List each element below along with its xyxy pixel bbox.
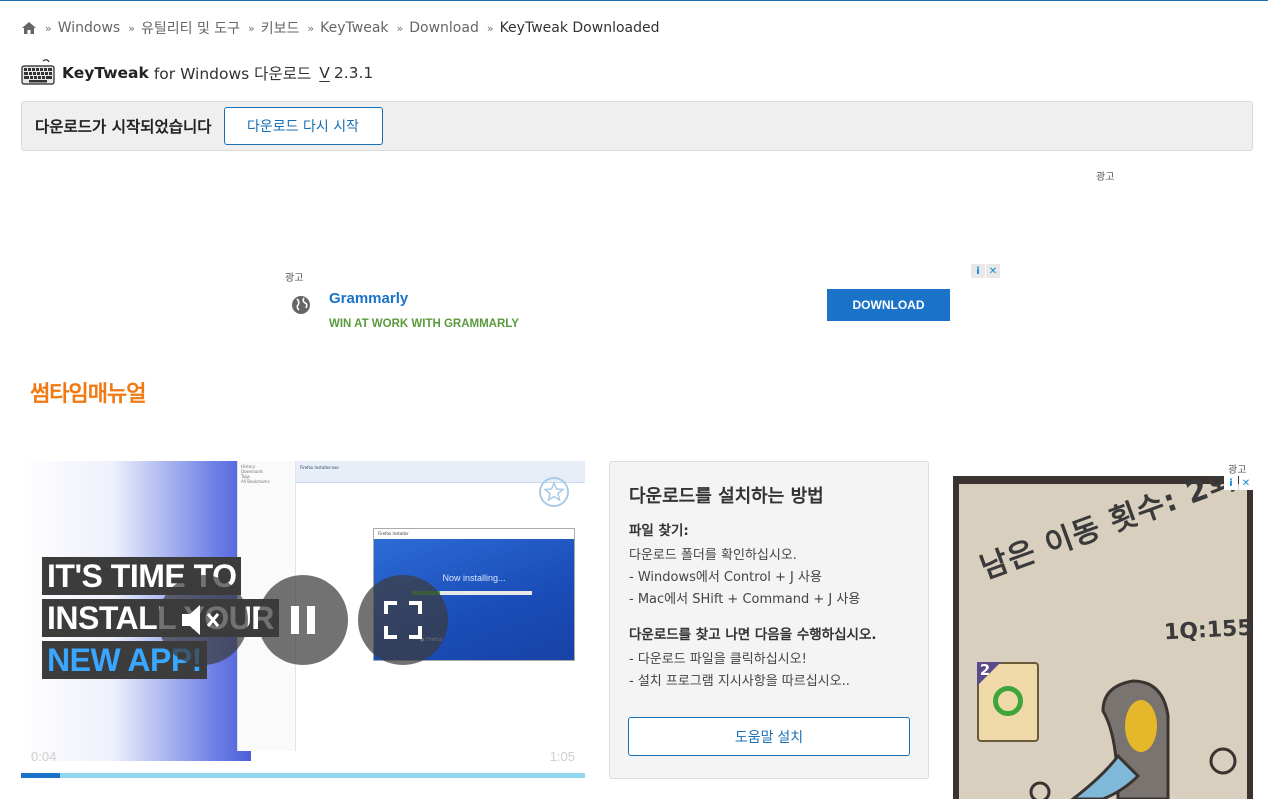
fullscreen-button[interactable] [358,575,448,665]
keyboard-icon [21,59,55,85]
breadcrumb-utilities[interactable]: 유틸리티 및 도구 [141,18,240,38]
version-prefix: V [319,64,330,82]
sidebar-item: All Bookmarks [241,479,270,484]
installer-titlebar: Firefox Installer [374,529,574,539]
help-line: - Mac에서 SHift + Command + J 사용 [629,592,861,607]
breadcrumb-keytweak[interactable]: KeyTweak [320,20,388,36]
breadcrumb-separator: » [45,21,52,35]
breadcrumb-keyboard[interactable]: 키보드 [261,18,300,38]
breadcrumb: » Windows » 유틸리티 및 도구 » 키보드 » KeyTweak »… [21,18,659,38]
grammarly-ad[interactable]: 광고 i ✕ Grammarly WIN AT WORK WITH GRAMMA… [283,262,1003,342]
top-border [0,0,1268,1]
ad-download-button[interactable]: DOWNLOAD [827,289,950,321]
help-line: 다운로드 폴더를 확인하십시오. [629,548,797,563]
mute-button[interactable] [158,575,248,665]
install-help-box: 다운로드를 설치하는 방법 파일 찾기: 다운로드 폴더를 확인하십시오. - … [609,461,929,779]
video-progress-bar[interactable] [21,773,585,778]
breadcrumb-current: KeyTweak Downloaded [499,20,660,36]
breadcrumb-separator: » [396,21,404,35]
breadcrumb-separator: » [307,21,315,35]
help-line: - 다운로드 파일을 클릭하십시오! [629,652,807,667]
mute-icon [182,605,220,635]
breadcrumb-windows[interactable]: Windows [58,20,121,36]
game-card[interactable]: 2 [977,662,1039,742]
video-duration: 1:05 [549,749,575,764]
brand-logo[interactable]: 썸타임매뉴얼 [30,376,146,408]
help-section-title: 파일 찾기: [629,523,689,539]
pause-icon [291,606,315,634]
title-suffix: for Windows 다운로드 [153,65,312,83]
download-status-bar: 다운로드가 시작되었습니다 다운로드 다시 시작 [21,101,1253,151]
info-icon[interactable]: i [1224,476,1238,490]
ad-label: 광고 [285,273,304,284]
close-icon[interactable]: ✕ [1239,476,1253,490]
fullscreen-icon [384,601,422,639]
ad-label: 광고 [1228,465,1247,476]
app-name: KeyTweak [62,64,149,82]
breadcrumb-separator: » [486,21,494,35]
restart-download-button[interactable]: 다운로드 다시 시작 [223,107,383,145]
game-timer: 1Q:155 [1163,615,1253,646]
ad-title[interactable]: Grammarly [329,290,408,307]
card-number: 2 [977,662,1001,686]
game-ad[interactable]: i ✕ 남은 이동 횟수: 2회 1Q:155 2 [953,476,1253,799]
video-progress-fill [21,773,60,778]
version-number: 2.3.1 [333,64,374,82]
info-icon[interactable]: i [971,264,985,278]
help-section-lines: - 다운로드 파일을 클릭하십시오! - 설치 프로그램 지시사항을 따르십시오… [629,649,850,693]
ad-label: 광고 [1096,172,1115,183]
ad-subtitle: WIN AT WORK WITH GRAMMARLY [329,318,519,330]
close-icon[interactable]: ✕ [986,264,1000,278]
globe-icon [292,296,310,314]
help-section-title: 다운로드를 찾고 나면 다음을 수행하십시오. [629,627,877,643]
breadcrumb-separator: » [128,21,135,35]
page-title: KeyTweak for Windows 다운로드 V 2.3.1 [21,58,373,88]
video-player[interactable]: History Downloads Tags All Bookmarks Fir… [21,461,585,779]
breadcrumb-separator: » [248,21,255,35]
pause-button[interactable] [258,575,348,665]
video-current-time: 0:04 [31,749,57,764]
ad-choices[interactable]: i ✕ [971,264,1000,278]
download-started-message: 다운로드가 시작되었습니다 [35,118,212,136]
help-line: - Windows에서 Control + J 사용 [629,570,822,585]
help-section-lines: 다운로드 폴더를 확인하십시오. - Windows에서 Control + J… [629,545,860,611]
watermark-logo-icon [539,477,569,507]
install-help-button[interactable]: 도움말 설치 [628,717,910,756]
help-line: - 설치 프로그램 지시사항을 따르십시오.. [629,674,850,689]
ring-icon [993,686,1023,716]
ad-choices[interactable]: i ✕ [1224,476,1253,490]
home-icon[interactable] [21,21,37,35]
help-title: 다운로드를 설치하는 방법 [629,486,824,507]
breadcrumb-download[interactable]: Download [409,20,479,36]
